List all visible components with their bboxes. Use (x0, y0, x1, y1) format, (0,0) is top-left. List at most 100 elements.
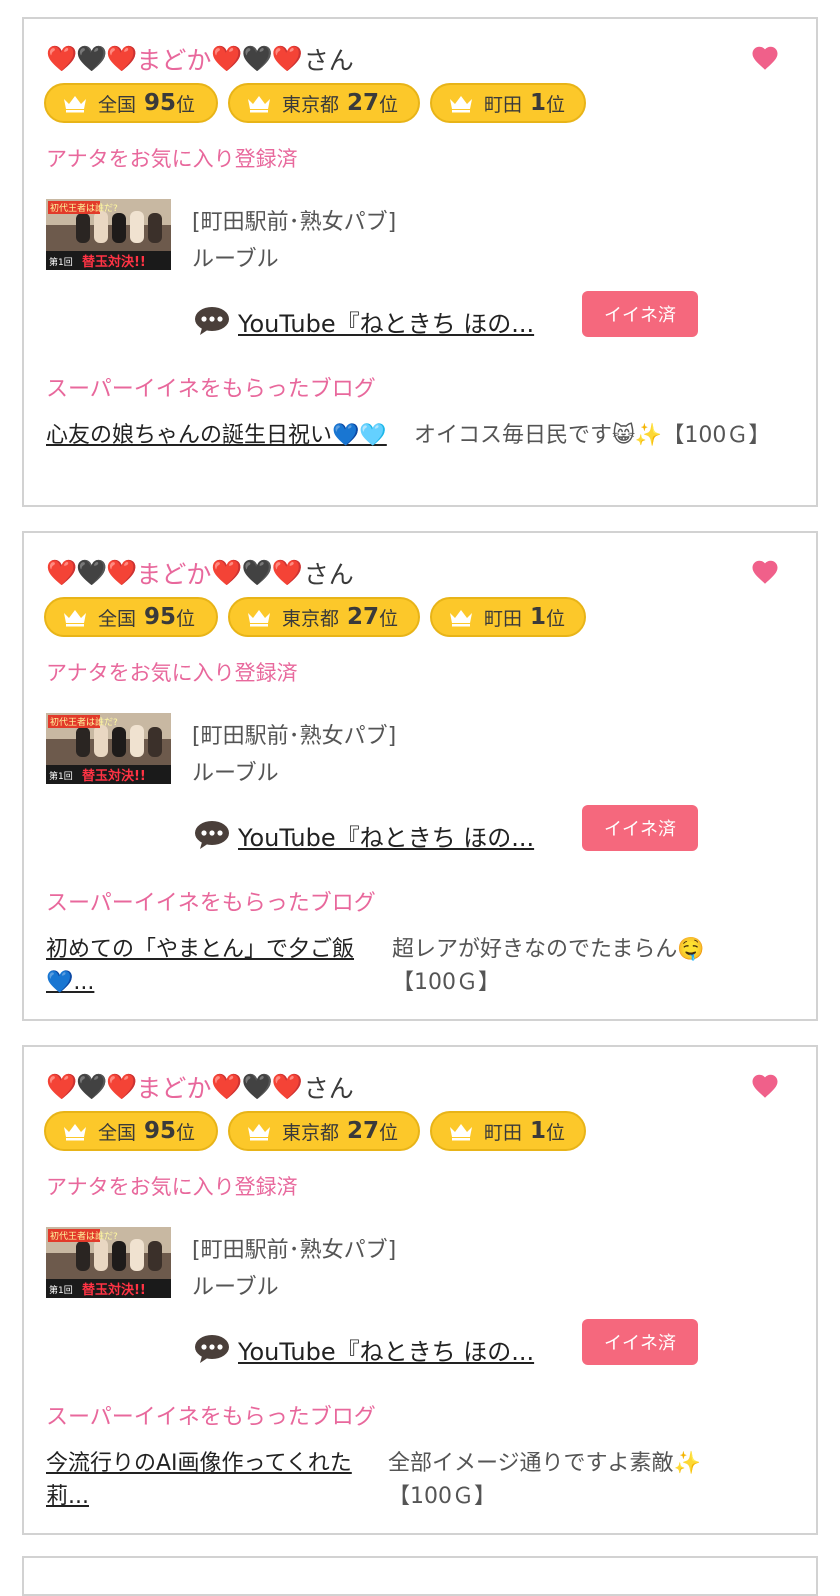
thumb-episode: 第1回 (49, 770, 73, 782)
crown-icon (248, 96, 270, 113)
shop-thumbnail[interactable]: 初代王者は誰だ? 第1回 替玉対決!! (46, 199, 171, 270)
ranking-badges: 全国 95 位 東京都 27 位 町田 1 位 (44, 83, 586, 123)
shop-name[interactable]: ルーブル (192, 241, 279, 273)
rank-badge-city[interactable]: 町田 1 位 (430, 83, 586, 123)
name-suffix-emoji: ❤️🖤❤️ (211, 1072, 302, 1101)
favorite-status: アナタをお気に入り登録済 (46, 661, 298, 685)
crown-icon (64, 1124, 86, 1141)
rank-number: 95 (144, 1118, 177, 1144)
ranking-badges: 全国 95 位 東京都 27 位 町田 1 位 (44, 597, 586, 637)
thumb-episode: 第1回 (49, 256, 73, 268)
thumb-top-text: 初代王者は誰だ? (50, 1230, 118, 1242)
rank-number: 27 (347, 1118, 380, 1144)
rank-area: 東京都 (282, 1121, 340, 1144)
honorific: さん (303, 46, 354, 75)
shop-name[interactable]: ルーブル (192, 755, 279, 787)
crown-icon (450, 610, 472, 627)
iine-button[interactable]: イイネ済 (582, 805, 698, 851)
blog-comment: オイコス毎日民です😸✨【100Ｇ】 (414, 423, 771, 448)
thumb-banner: 替玉対決!! (82, 254, 146, 270)
ranking-badges: 全国 95 位 東京都 27 位 町田 1 位 (44, 1111, 586, 1151)
liker-card: ❤️🖤❤️ まどか ❤️🖤❤️ さん 全国 95 位 東京都 27 位 町田 1… (22, 17, 818, 507)
shop-thumbnail[interactable]: 初代王者は誰だ? 第1回 替玉対決!! (46, 1227, 171, 1298)
rank-suffix: 位 (176, 607, 196, 630)
speech-bubble-icon (195, 1335, 229, 1363)
name-suffix-emoji: ❤️🖤❤️ (211, 44, 302, 73)
rank-suffix: 位 (176, 1121, 196, 1144)
rank-badge-national[interactable]: 全国 95 位 (44, 1111, 218, 1151)
rank-badge-prefecture[interactable]: 東京都 27 位 (228, 597, 420, 637)
rank-badge-prefecture[interactable]: 東京都 27 位 (228, 1111, 420, 1151)
rank-area: 全国 (98, 93, 137, 116)
rank-area: 東京都 (282, 607, 340, 630)
super-iine-title: スーパーイイネをもらったブログ (46, 1405, 376, 1430)
blog-link[interactable]: 今流行りのAI画像作ってくれた莉... (46, 1447, 382, 1513)
rank-area: 町田 (484, 93, 523, 116)
user-name: まどか (136, 560, 212, 589)
rank-suffix: 位 (546, 93, 566, 116)
favorite-heart-icon[interactable] (750, 1071, 780, 1101)
user-name-row[interactable]: ❤️🖤❤️ まどか ❤️🖤❤️ さん (46, 1067, 354, 1107)
rank-number: 27 (347, 90, 380, 116)
thumb-banner: 替玉対決!! (82, 1282, 146, 1298)
shop-thumbnail[interactable]: 初代王者は誰だ? 第1回 替玉対決!! (46, 713, 171, 784)
rank-badge-national[interactable]: 全国 95 位 (44, 83, 218, 123)
rank-suffix: 位 (546, 1121, 566, 1144)
iine-button[interactable]: イイネ済 (582, 1319, 698, 1365)
youtube-link[interactable]: YouTube『ねときち ほの... (238, 1332, 534, 1367)
rank-suffix: 位 (379, 607, 399, 630)
blog-link[interactable]: 初めての「やまとん」で夕ご飯💙... (46, 933, 382, 999)
rank-suffix: 位 (176, 93, 196, 116)
rank-area: 町田 (484, 607, 523, 630)
liker-card-partial (22, 1556, 818, 1596)
crown-icon (450, 1124, 472, 1141)
favorite-heart-icon[interactable] (750, 43, 780, 73)
blog-comment: 全部イメージ通りですよ素敵✨【100Ｇ】 (388, 1451, 701, 1509)
rank-area: 全国 (98, 1121, 137, 1144)
rank-area: 全国 (98, 607, 137, 630)
shop-name[interactable]: ルーブル (192, 1269, 279, 1301)
rank-number: 95 (144, 604, 177, 630)
thumb-top-text: 初代王者は誰だ? (50, 716, 118, 728)
user-name-row[interactable]: ❤️🖤❤️ まどか ❤️🖤❤️ さん (46, 553, 354, 593)
user-name: まどか (136, 46, 212, 75)
youtube-link[interactable]: YouTube『ねときち ほの... (238, 304, 534, 339)
rank-area: 東京都 (282, 93, 340, 116)
favorite-heart-icon[interactable] (750, 557, 780, 587)
crown-icon (248, 1124, 270, 1141)
blog-link[interactable]: 心友の娘ちゃんの誕生日祝い💙🩵 (46, 419, 408, 452)
thumb-banner: 替玉対決!! (82, 768, 146, 784)
iine-button[interactable]: イイネ済 (582, 291, 698, 337)
thumb-episode: 第1回 (49, 1284, 73, 1296)
rank-number: 95 (144, 90, 177, 116)
rank-number: 27 (347, 604, 380, 630)
crown-icon (248, 610, 270, 627)
honorific: さん (303, 560, 354, 589)
name-suffix-emoji: ❤️🖤❤️ (211, 558, 302, 587)
liker-card: ❤️🖤❤️ まどか ❤️🖤❤️ さん 全国 95 位 東京都 27 位 町田 1… (22, 531, 818, 1021)
speech-bubble-icon (195, 821, 229, 849)
rank-badge-prefecture[interactable]: 東京都 27 位 (228, 83, 420, 123)
shop-category: [町田駅前･熟女パブ] (192, 724, 397, 749)
rank-badge-national[interactable]: 全国 95 位 (44, 597, 218, 637)
super-iine-title: スーパーイイネをもらったブログ (46, 891, 376, 916)
rank-badge-city[interactable]: 町田 1 位 (430, 597, 586, 637)
shop-category: [町田駅前･熟女パブ] (192, 210, 397, 235)
favorite-status: アナタをお気に入り登録済 (46, 147, 298, 171)
rank-badge-city[interactable]: 町田 1 位 (430, 1111, 586, 1151)
user-name: まどか (136, 1074, 212, 1103)
crown-icon (450, 96, 472, 113)
shop-category: [町田駅前･熟女パブ] (192, 1238, 397, 1263)
rank-suffix: 位 (379, 1121, 399, 1144)
rank-number: 1 (530, 1118, 547, 1144)
name-prefix-emoji: ❤️🖤❤️ (46, 44, 137, 73)
name-prefix-emoji: ❤️🖤❤️ (46, 558, 137, 587)
rank-number: 1 (530, 90, 547, 116)
user-name-row[interactable]: ❤️🖤❤️ まどか ❤️🖤❤️ さん (46, 39, 354, 79)
honorific: さん (303, 1074, 354, 1103)
favorite-status: アナタをお気に入り登録済 (46, 1175, 298, 1199)
name-prefix-emoji: ❤️🖤❤️ (46, 1072, 137, 1101)
youtube-link[interactable]: YouTube『ねときち ほの... (238, 818, 534, 853)
rank-area: 町田 (484, 1121, 523, 1144)
crown-icon (64, 96, 86, 113)
